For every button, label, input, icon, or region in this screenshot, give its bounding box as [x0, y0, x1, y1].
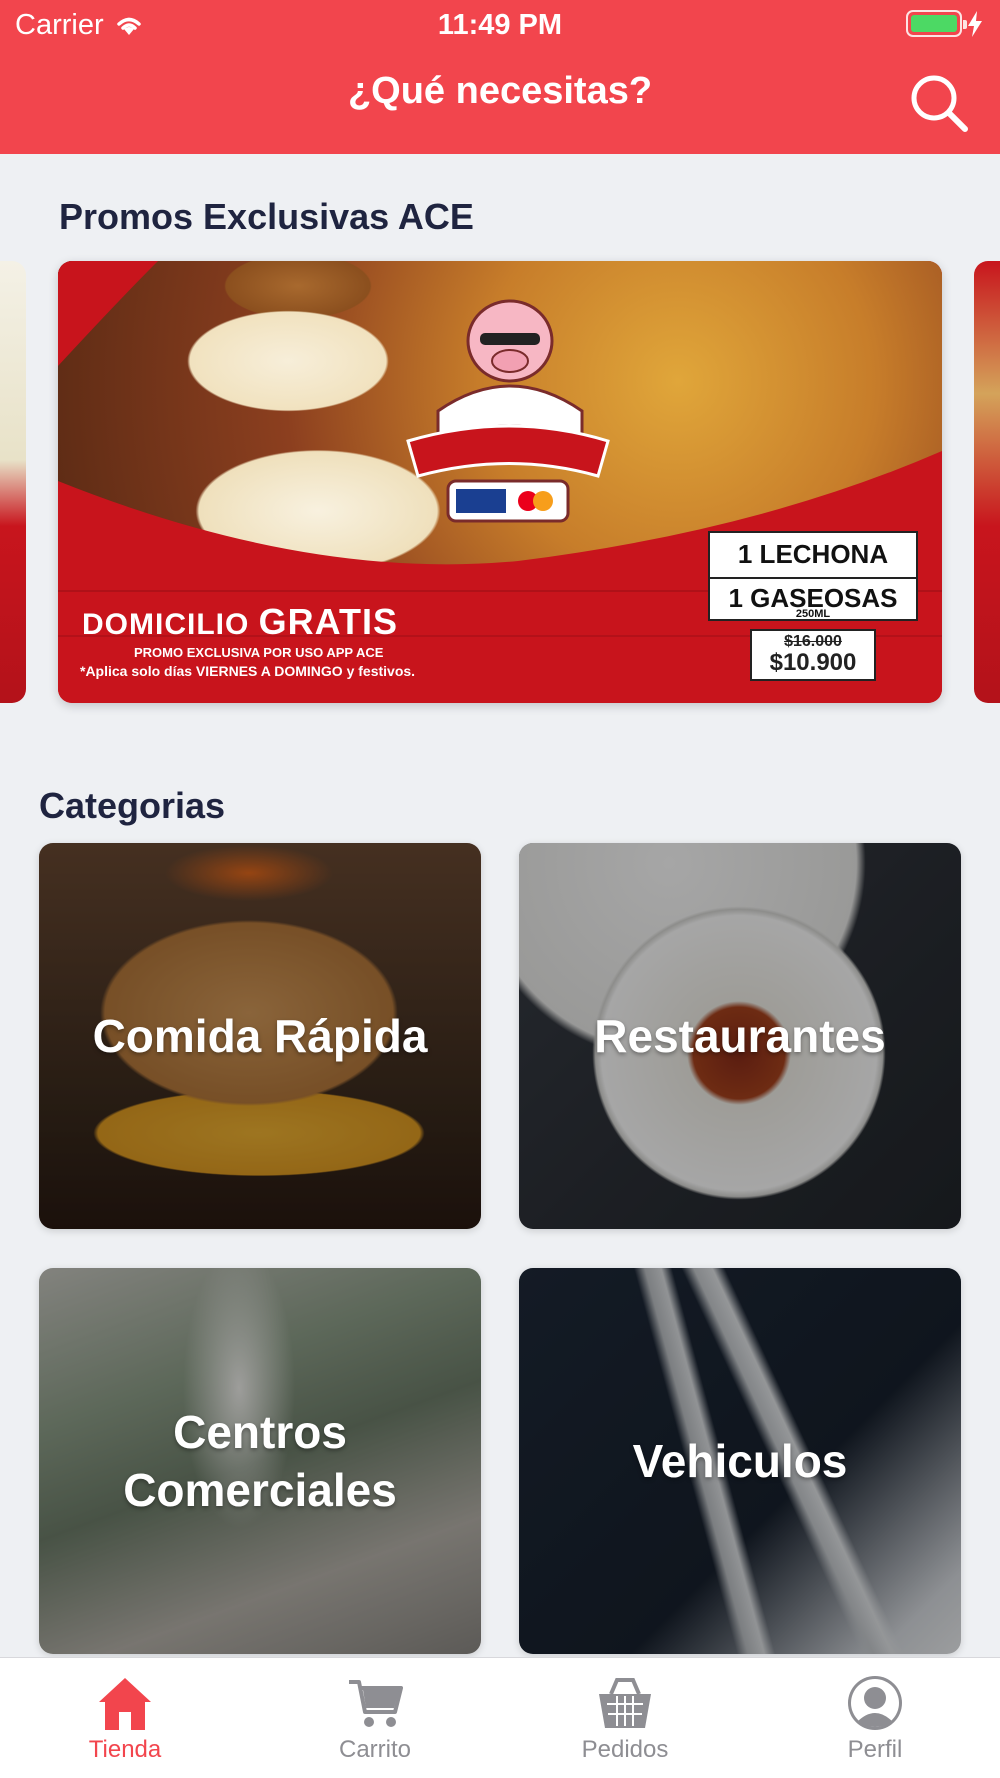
promo-conditions: *Aplica solo días VIERNES A DOMINGO y fe…: [80, 663, 416, 679]
category-label: Restaurantes: [594, 1010, 886, 1062]
tab-perfil[interactable]: Perfil: [750, 1658, 1000, 1778]
tab-tienda[interactable]: Tienda: [0, 1658, 250, 1778]
promo-item-1: 1 LECHONA: [737, 539, 889, 569]
lechoneria-logo: [406, 299, 610, 523]
category-label: Centros Comerciales: [123, 1406, 397, 1516]
promo-new-price: $10.900: [769, 649, 857, 676]
status-time: 11:49 PM: [437, 9, 563, 41]
promo-delivery-text: DOMICILIO GRATIS: [82, 601, 398, 643]
promo-price-box: $16.000 $10.900: [750, 629, 876, 681]
promos-section-title: Promos Exclusivas ACE: [59, 196, 474, 237]
battery-indicator: [906, 10, 982, 37]
charging-bolt-icon: [968, 10, 982, 37]
tab-label: Perfil: [847, 1736, 903, 1763]
page-title: ¿Qué necesitas?: [347, 70, 653, 112]
tab-bar: Tienda Carrito Pedidos Perfil: [0, 1657, 1000, 1778]
promo-item-2-size: 250ML: [795, 608, 831, 620]
search-icon: [911, 75, 968, 132]
categories-section-title: Categorias: [39, 785, 226, 826]
category-label: Vehiculos: [632, 1435, 848, 1487]
top-bar: Carrier 11:49 PM ¿Qué necesitas?: [0, 0, 1000, 154]
category-tile-comida-rapida[interactable]: Comida Rápida: [39, 843, 481, 1229]
category-tile-vehiculos[interactable]: Vehiculos: [519, 1268, 961, 1654]
tab-label: Carrito: [338, 1736, 411, 1763]
promo-exclusive-line: PROMO EXCLUSIVA POR USO APP ACE: [134, 645, 384, 660]
status-bar: Carrier 11:49 PM: [0, 0, 1000, 50]
search-button[interactable]: [908, 72, 970, 134]
category-tile-centros-comerciales[interactable]: Centros Comerciales: [39, 1268, 481, 1654]
category-label: Comida Rápida: [92, 1010, 428, 1062]
basket-icon: [599, 1678, 651, 1728]
profile-icon: [848, 1676, 902, 1730]
category-tile-restaurantes[interactable]: Restaurantes: [519, 843, 961, 1229]
tab-label: Tienda: [88, 1736, 162, 1763]
battery-level: [911, 15, 957, 32]
tab-carrito[interactable]: Carrito: [250, 1658, 500, 1778]
promo-carousel[interactable]: 1 LECHONA 1 GASEOSAS 250ML $16.000 $10.9…: [0, 261, 1000, 703]
battery-icon: [906, 10, 967, 37]
tab-label: Pedidos: [581, 1736, 669, 1763]
cart-icon: [349, 1680, 403, 1727]
home-icon: [99, 1678, 151, 1730]
promo-card[interactable]: 1 LECHONA 1 GASEOSAS 250ML $16.000 $10.9…: [58, 261, 942, 703]
promo-delivery-a: DOMICILIO: [82, 608, 259, 641]
promo-delivery-b: GRATIS: [258, 601, 398, 642]
promo-card-previous[interactable]: [0, 261, 26, 703]
tab-pedidos[interactable]: Pedidos: [500, 1658, 750, 1778]
promo-card-next[interactable]: [974, 261, 1000, 703]
promo-combo-box: 1 LECHONA 1 GASEOSAS 250ML: [708, 531, 918, 621]
